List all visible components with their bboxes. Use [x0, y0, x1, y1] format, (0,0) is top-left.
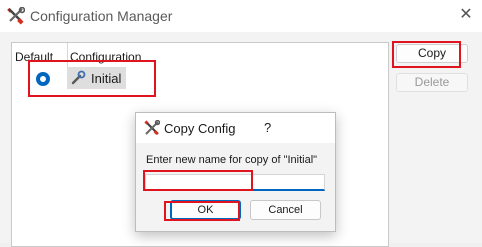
- delete-button[interactable]: Delete: [396, 73, 468, 92]
- column-header-default[interactable]: Default: [15, 50, 53, 64]
- configuration-manager-window: Configuration Manager ✕ Default Configur…: [0, 0, 482, 247]
- dialog-title: Copy Config: [164, 121, 236, 136]
- wrench-icon: [70, 70, 86, 86]
- dialog-title-bar: Copy Config ?: [136, 113, 335, 143]
- help-icon[interactable]: ?: [264, 120, 271, 135]
- cancel-button[interactable]: Cancel: [250, 200, 321, 220]
- title-bar: Configuration Manager ✕: [0, 0, 482, 32]
- list-item-label: Initial: [91, 71, 122, 86]
- copy-button[interactable]: Copy: [396, 44, 468, 63]
- close-icon[interactable]: ✕: [458, 7, 474, 23]
- copy-config-dialog: Copy Config ? Enter new name for copy of…: [135, 112, 336, 232]
- ok-button[interactable]: OK: [170, 200, 241, 220]
- tools-icon: [7, 6, 26, 25]
- window-title: Configuration Manager: [30, 8, 173, 24]
- tools-icon: [144, 119, 161, 136]
- column-divider[interactable]: [67, 43, 68, 67]
- new-name-input[interactable]: [145, 174, 325, 191]
- default-radio-initial[interactable]: [36, 72, 50, 86]
- new-name-prompt: Enter new name for copy of "Initial": [146, 154, 318, 166]
- list-item[interactable]: Initial: [67, 67, 126, 89]
- column-header-configuration[interactable]: Configuration: [70, 50, 141, 64]
- radio-dot: [40, 76, 46, 82]
